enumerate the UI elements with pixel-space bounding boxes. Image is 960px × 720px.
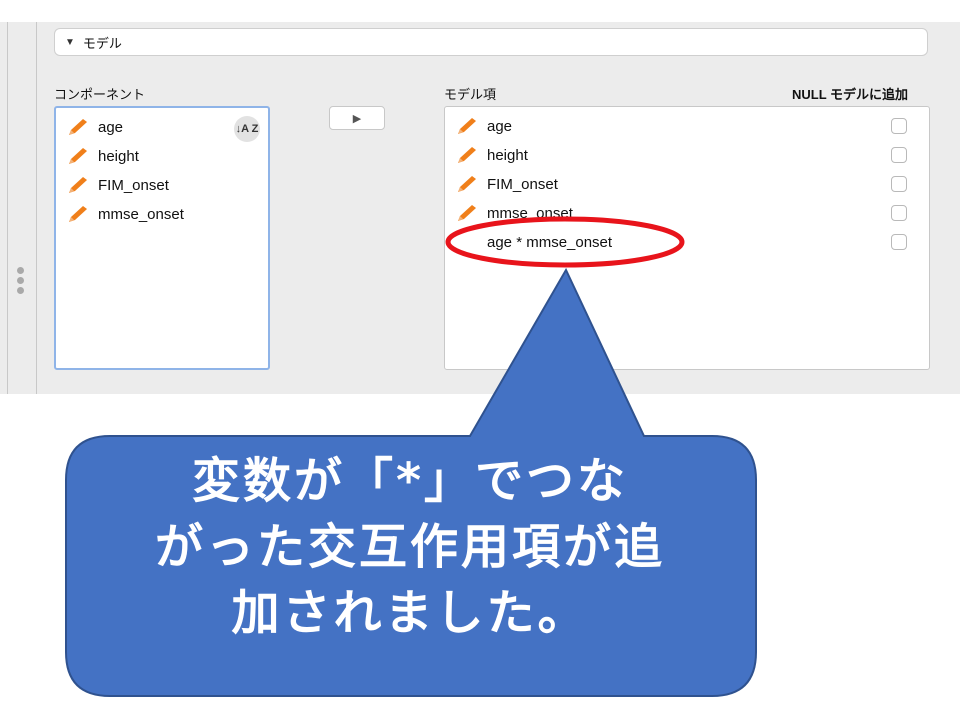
callout-line: 変数が「*」でつな	[191, 453, 629, 509]
callout-line: 加されました。	[231, 585, 589, 641]
callout-line: がった交互作用項が追	[154, 519, 665, 575]
highlight-ring	[445, 216, 685, 268]
callout-text: 変数が「*」でつな がった交互作用項が追 加されました。	[70, 448, 750, 646]
